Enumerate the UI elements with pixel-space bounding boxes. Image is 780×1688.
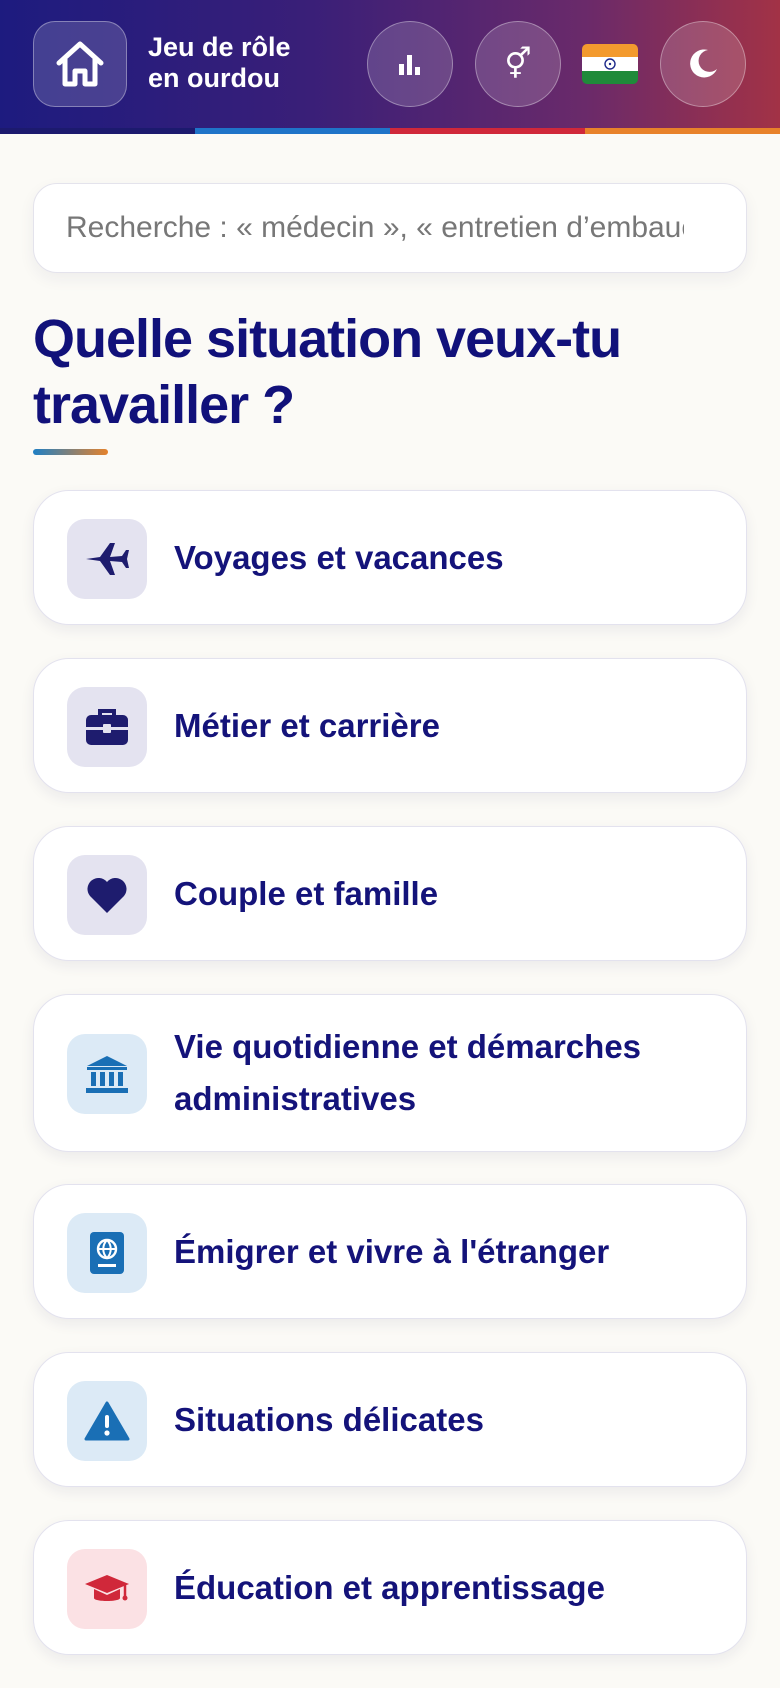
- category-label: Éducation et apprentissage: [174, 1568, 605, 1606]
- app-header: Jeu de rôle en ourdou ⚥: [0, 0, 780, 128]
- stripe-segment-4: [585, 128, 780, 134]
- stripe-segment-2: [195, 128, 390, 134]
- search-input[interactable]: [33, 183, 747, 273]
- graduation-cap-icon: [67, 1549, 147, 1629]
- bar-chart-icon: [399, 55, 420, 75]
- heart-icon: [67, 855, 147, 935]
- warning-icon: [67, 1381, 147, 1461]
- moon-icon: [690, 49, 717, 78]
- category-label: Émigrer et vivre à l'étranger: [174, 1232, 610, 1270]
- flag-stripe-saffron: [582, 44, 638, 58]
- passport-icon: [67, 1213, 147, 1293]
- category-card-3[interactable]: Couple et famille: [33, 826, 747, 961]
- category-label: Voyages et vacances: [174, 538, 504, 576]
- app-title-line2: en ourdou: [148, 63, 280, 93]
- category-label: Situations délicates: [174, 1400, 484, 1438]
- category-card-4[interactable]: Vie quotidienne et démarches administrat…: [33, 994, 747, 1152]
- category-card-6[interactable]: Situations délicates: [33, 1352, 747, 1487]
- language-flag-button[interactable]: [582, 44, 638, 84]
- flag-stripe-green: [582, 70, 638, 84]
- page-title: Quelle situation veux-tu travailler ?: [33, 309, 622, 435]
- theme-toggle-button[interactable]: [660, 21, 746, 107]
- home-icon: [56, 41, 104, 87]
- category-card-1[interactable]: Voyages et vacances: [33, 490, 747, 625]
- category-label: Couple et famille: [174, 874, 439, 912]
- app-title: Jeu de rôle en ourdou: [148, 32, 338, 94]
- app-title-line1: Jeu de rôle: [148, 32, 291, 62]
- category-card-2[interactable]: Métier et carrière: [33, 658, 747, 793]
- gender-button[interactable]: ⚥: [475, 21, 561, 107]
- category-label: Vie quotidienne et démarches administrat…: [174, 1028, 642, 1117]
- stats-button[interactable]: [367, 21, 453, 107]
- title-underline: [33, 449, 108, 455]
- gender-icon: ⚥: [504, 47, 532, 81]
- stripe-segment-1: [0, 128, 195, 134]
- category-card-5[interactable]: Émigrer et vivre à l'étranger: [33, 1184, 747, 1319]
- category-label: Métier et carrière: [174, 706, 440, 744]
- ashoka-chakra-icon: [604, 58, 616, 70]
- home-button[interactable]: [33, 21, 127, 107]
- bank-icon: [67, 1034, 147, 1114]
- header-color-stripe: [0, 128, 780, 134]
- briefcase-icon: [67, 687, 147, 767]
- stripe-segment-3: [390, 128, 585, 134]
- flag-stripe-white: [582, 57, 638, 71]
- category-card-7[interactable]: Éducation et apprentissage: [33, 1520, 747, 1655]
- airplane-icon: [67, 519, 147, 599]
